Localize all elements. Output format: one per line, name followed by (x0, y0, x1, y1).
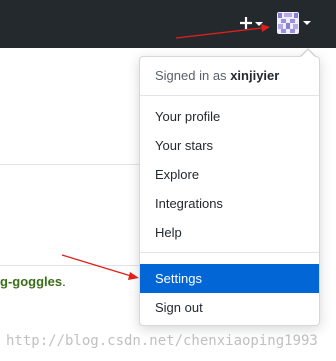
menu-divider (140, 95, 319, 96)
menu-item-settings[interactable]: Settings (140, 264, 319, 293)
signed-in-header: Signed in as xinjiyier (155, 67, 279, 85)
signed-in-label: Signed in as (155, 68, 227, 83)
user-menu-toggle[interactable] (277, 12, 313, 36)
plus-icon (240, 17, 252, 29)
section-divider (0, 164, 140, 165)
repo-suffix: . (62, 274, 66, 289)
menu-item-sign-out[interactable]: Sign out (140, 293, 319, 322)
dropdown-pointer-fill (301, 50, 315, 57)
username: xinjiyier (230, 68, 280, 83)
avatar (277, 12, 299, 34)
menu-item-your-profile[interactable]: Your profile (140, 102, 319, 131)
menu-item-explore[interactable]: Explore (140, 160, 319, 189)
top-header (0, 0, 336, 48)
user-dropdown-menu: Signed in as xinjiyier Your profile Your… (139, 48, 320, 326)
menu-item-help[interactable]: Help (140, 218, 319, 247)
repo-link[interactable]: g-goggles (0, 274, 62, 289)
repo-text: g-goggles. (0, 273, 66, 291)
caret-down-icon (255, 22, 263, 26)
create-new-dropdown[interactable] (236, 12, 266, 34)
caret-down-icon (303, 21, 311, 25)
section-divider (0, 265, 140, 266)
menu-item-your-stars[interactable]: Your stars (140, 131, 319, 160)
menu-item-integrations[interactable]: Integrations (140, 189, 319, 218)
menu-divider (140, 252, 319, 253)
